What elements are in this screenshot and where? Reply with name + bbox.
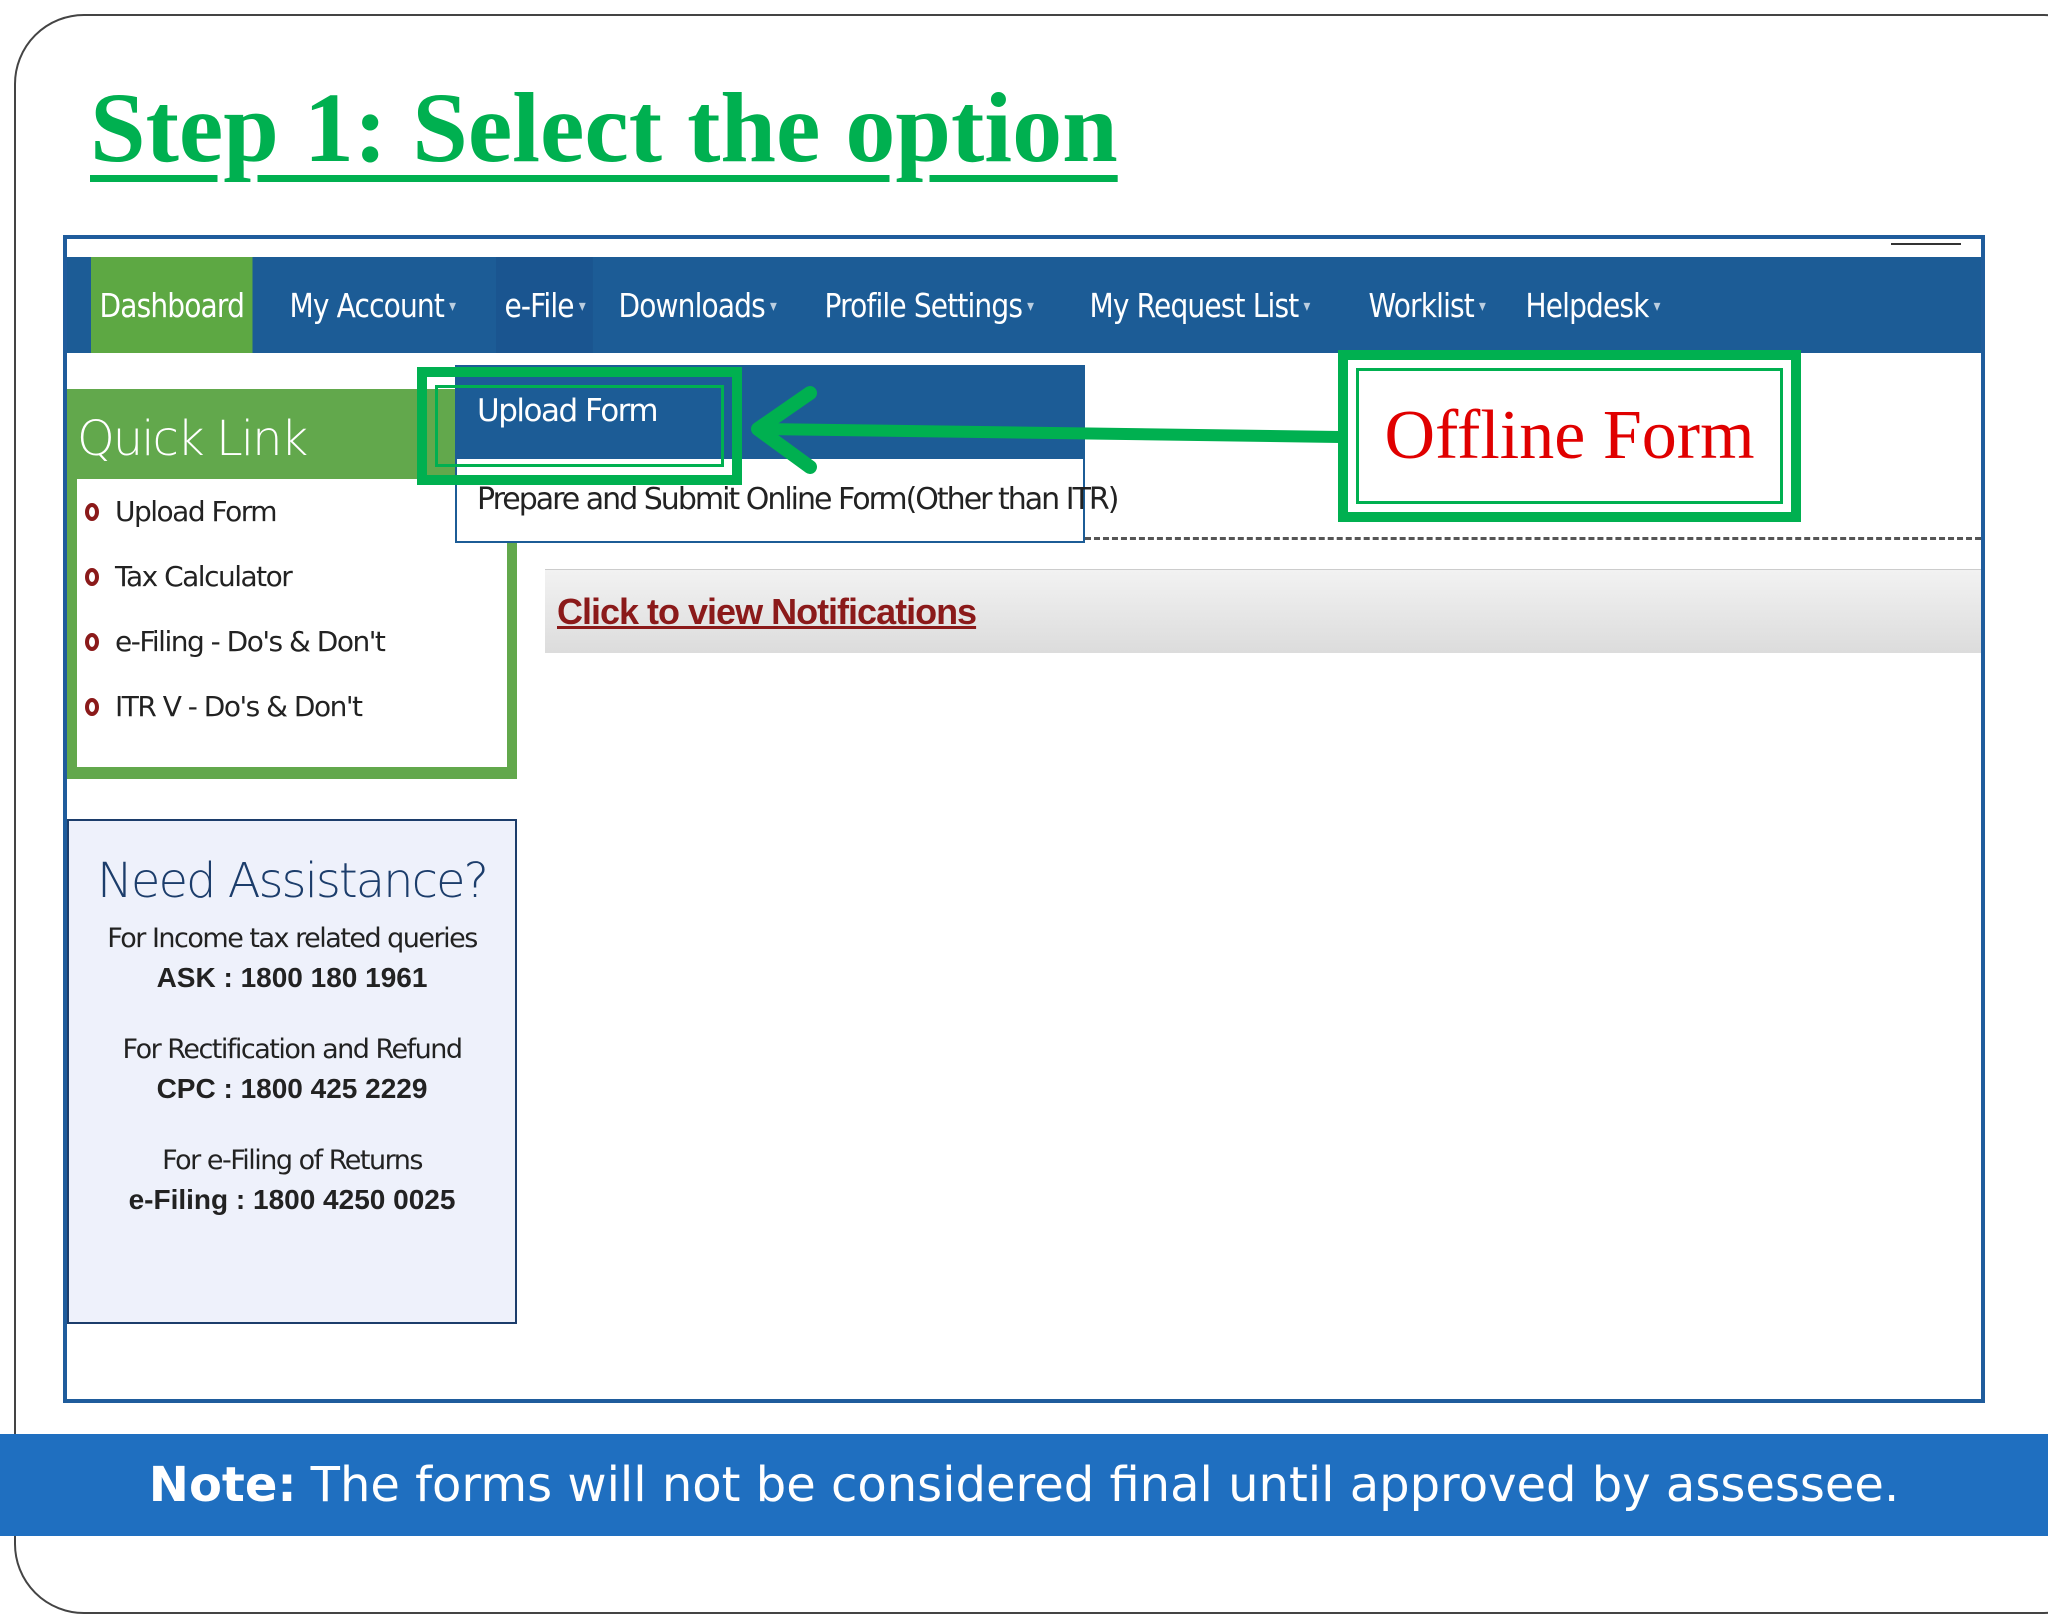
bullet-icon [85, 697, 99, 716]
assistance-number: e-Filing : 1800 4250 0025 [128, 1184, 456, 1215]
assistance-panel: Need Assistance? For Income tax related … [67, 819, 517, 1324]
main-navbar: Dashboard My Account ▾ e-File ▾ Downloads ▾… [67, 257, 1981, 353]
nav-downloads[interactable]: Downloads ▾ [610, 257, 784, 353]
note-text: The forms will not be considered final u… [310, 1457, 1900, 1513]
notifications-bar: Click to view Notifications [545, 569, 1981, 653]
caret-down-icon: ▾ [578, 295, 586, 315]
nav-e-file[interactable]: e-File ▾ [495, 257, 594, 353]
quick-link-upload-form[interactable]: Upload Form [77, 479, 507, 544]
callout-text: Offline Form [1384, 397, 1755, 474]
assistance-line: For e-Filing of Returns [162, 1145, 423, 1176]
view-notifications-link[interactable]: Click to view Notifications [557, 591, 977, 633]
quick-link-itrv-dos[interactable]: ITR V - Do's & Don't [77, 674, 507, 739]
note-label: Note: [148, 1457, 297, 1513]
slide-title: Step 1: Select the option [90, 72, 1118, 183]
bullet-icon [85, 502, 99, 521]
assistance-number: CPC : 1800 425 2229 [156, 1073, 428, 1104]
offline-form-callout: Offline Form [1338, 350, 1801, 522]
nav-worklist[interactable]: Worklist ▾ [1360, 257, 1494, 353]
caret-down-icon: ▾ [1478, 295, 1486, 315]
dashed-divider [1085, 537, 1981, 540]
highlight-box [417, 367, 742, 485]
caret-down-icon: ▾ [449, 295, 456, 315]
caret-down-icon: ▾ [770, 295, 777, 315]
quick-link-efiling-dos[interactable]: e-Filing - Do's & Don't [77, 609, 507, 674]
note-bar: Note: The forms will not be considered f… [0, 1434, 2048, 1536]
nav-profile-settings[interactable]: Profile Settings ▾ [816, 257, 1042, 353]
top-strip [67, 239, 1981, 257]
assistance-title: Need Assistance? [97, 853, 489, 909]
assistance-line: For Income tax related queries [107, 923, 478, 954]
pointer-arrow-icon [751, 386, 1340, 474]
bullet-icon [85, 567, 99, 586]
nav-helpdesk[interactable]: Helpdesk ▾ [1517, 257, 1668, 353]
nav-my-request-list[interactable]: My Request List ▾ [1081, 257, 1318, 353]
assistance-line: For Rectification and Refund [122, 1034, 463, 1065]
quick-link-tax-calculator[interactable]: Tax Calculator [77, 544, 507, 609]
caret-down-icon: ▾ [1026, 295, 1034, 315]
nav-my-account[interactable]: My Account ▾ [281, 257, 464, 353]
caret-down-icon: ▾ [1303, 295, 1310, 315]
assistance-number: ASK : 1800 180 1961 [156, 962, 428, 993]
bullet-icon [85, 632, 99, 651]
nav-dashboard[interactable]: Dashboard [91, 257, 253, 353]
caret-down-icon: ▾ [1653, 295, 1661, 315]
